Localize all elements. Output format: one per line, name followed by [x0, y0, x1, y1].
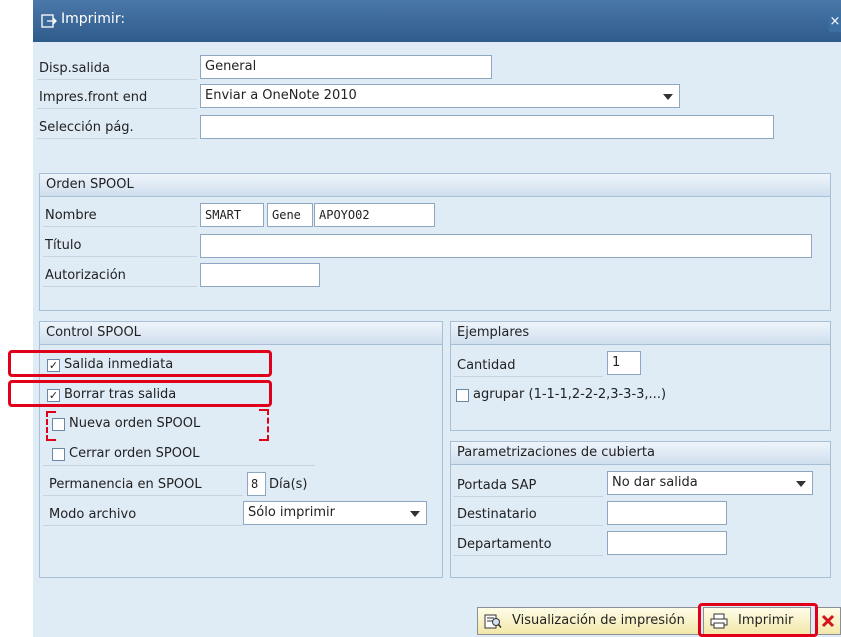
divider	[43, 465, 315, 466]
archive-mode-value: Sólo imprimir	[248, 505, 336, 520]
divider	[43, 286, 197, 287]
divider	[43, 256, 197, 257]
sap-cover-select[interactable]: No dar salida	[607, 471, 813, 495]
divider	[37, 138, 197, 139]
recipient-label: Destinatario	[457, 507, 537, 522]
frontend-printer-select[interactable]: Enviar a OneNote 2010	[200, 84, 680, 108]
retention-label: Permanencia en SPOOL	[49, 477, 202, 492]
chevron-down-icon[interactable]	[663, 94, 673, 100]
divider	[453, 496, 603, 497]
quantity-field[interactable]: 1	[607, 351, 641, 375]
sap-cover-value: No dar salida	[612, 475, 698, 490]
print-dialog-icon	[41, 14, 57, 28]
divider	[37, 108, 197, 109]
divider	[453, 525, 603, 526]
department-field[interactable]	[607, 531, 727, 555]
archive-mode-select[interactable]: Sólo imprimir	[243, 501, 427, 525]
sap-cover-label: Portada SAP	[457, 478, 537, 493]
highlight-print-now	[8, 350, 272, 377]
divider	[43, 525, 243, 526]
cancel-button[interactable]	[815, 607, 841, 635]
cover-settings-header: Parametrizaciones de cubierta	[451, 442, 830, 465]
divider	[43, 495, 243, 496]
divider	[453, 376, 603, 377]
name-field-3[interactable]: APOYO02	[314, 203, 435, 227]
title-label: Título	[45, 238, 82, 253]
new-request-label: Nueva orden SPOOL	[69, 416, 201, 431]
title-field[interactable]	[200, 234, 812, 258]
retention-field[interactable]: 8	[247, 472, 266, 496]
print-preview-button[interactable]: Visualización de impresión	[477, 607, 699, 635]
retention-unit: Día(s)	[269, 477, 308, 492]
divider	[43, 226, 197, 227]
frontend-printer-label: Impres.front end	[39, 90, 148, 105]
spool-control-header: Control SPOOL	[40, 322, 442, 345]
department-label: Departamento	[457, 537, 552, 552]
page-selection-label: Selección pág.	[39, 120, 134, 135]
close-request-checkbox[interactable]	[52, 448, 65, 461]
highlight-print-button	[698, 603, 818, 637]
name-field-2[interactable]: Gene	[267, 203, 313, 227]
print-preview-icon	[484, 614, 502, 629]
frontend-printer-value: Enviar a OneNote 2010	[205, 88, 357, 103]
copies-header: Ejemplares	[451, 322, 830, 345]
close-icon[interactable]: ×	[829, 12, 841, 32]
authorization-label: Autorización	[45, 268, 126, 283]
spool-request-header: Orden SPOOL	[40, 174, 830, 197]
output-device-field[interactable]: General	[200, 55, 492, 79]
name-label: Nombre	[45, 208, 97, 223]
title-bar: Imprimir:	[33, 0, 841, 42]
archive-mode-label: Modo archivo	[49, 507, 137, 522]
divider	[37, 79, 197, 80]
quantity-label: Cantidad	[457, 358, 516, 373]
chevron-down-icon[interactable]	[410, 511, 420, 517]
divider	[453, 555, 603, 556]
output-device-label: Disp.salida	[39, 61, 110, 76]
chevron-down-icon[interactable]	[796, 481, 806, 487]
print-dialog: Imprimir: × Disp.salida General Impres.f…	[8, 0, 841, 637]
authorization-field[interactable]	[200, 263, 320, 287]
highlight-delete-after	[8, 380, 272, 407]
name-field-1[interactable]: SMART	[200, 203, 264, 227]
collate-checkbox[interactable]	[456, 389, 469, 402]
page-selection-field[interactable]	[200, 115, 774, 139]
recipient-field[interactable]	[607, 501, 727, 525]
window-title: Imprimir:	[61, 11, 126, 27]
annotation-bracket-left	[46, 411, 56, 441]
cancel-icon	[821, 614, 835, 628]
print-preview-label: Visualización de impresión	[512, 613, 685, 628]
collate-label: agrupar (1-1-1,2-2-2,3-3-3,...)	[473, 387, 667, 402]
annotation-bracket-right	[259, 409, 269, 441]
close-request-label: Cerrar orden SPOOL	[69, 446, 200, 461]
